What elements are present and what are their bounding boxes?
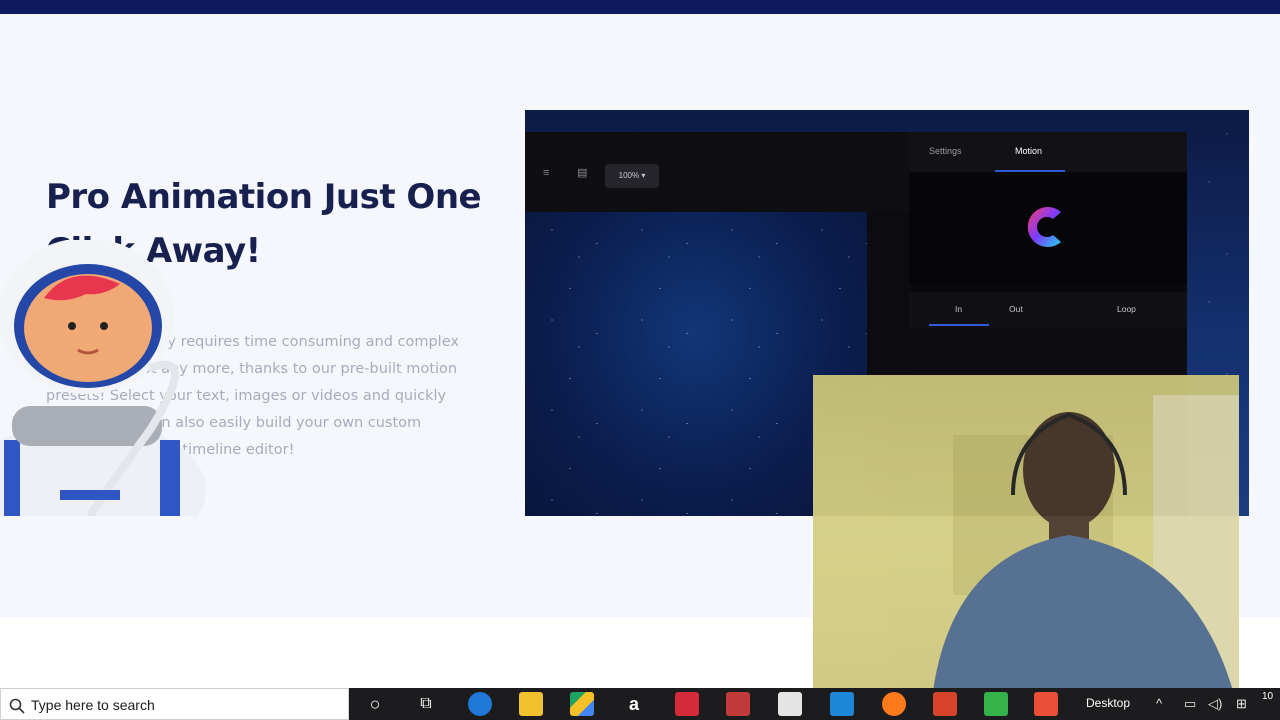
camtasia-icon[interactable]: [984, 692, 1008, 716]
tray-chevron-icon[interactable]: ^: [1156, 695, 1162, 713]
desktop-toolbar-label[interactable]: Desktop: [1086, 696, 1130, 710]
browser-top-bar: [0, 0, 1280, 14]
office-icon[interactable]: [933, 692, 957, 716]
amazon-icon[interactable]: a: [622, 692, 646, 716]
search-icon: [9, 698, 25, 714]
windows-taskbar: Type here to search ○ ⧉ a Desktop ^ ▭ ◁)…: [0, 688, 1280, 720]
subtab-out[interactable]: Out: [1009, 304, 1023, 314]
zoom-select[interactable]: 100% ▾: [605, 164, 659, 188]
tab-motion[interactable]: Motion: [1015, 146, 1042, 156]
subtab-loop[interactable]: Loop: [1117, 304, 1136, 314]
input-icon[interactable]: ⊞: [1236, 695, 1247, 713]
cortana-icon[interactable]: ○: [363, 692, 387, 716]
subtab-in[interactable]: In: [955, 304, 962, 314]
google-drive-icon[interactable]: [570, 692, 594, 716]
editor-toolbar: ≡ ▤ 100% ▾: [525, 132, 909, 212]
volume-icon[interactable]: ◁): [1208, 695, 1222, 713]
task-view-icon[interactable]: ⧉: [414, 692, 438, 716]
astronaut-illustration: [0, 240, 206, 516]
grid-icon[interactable]: ▤: [577, 168, 589, 179]
panel-tabs: Settings Motion: [909, 132, 1187, 172]
search-placeholder: Type here to search: [31, 697, 155, 713]
edge-icon[interactable]: [468, 692, 492, 716]
clock[interactable]: 10: [1262, 691, 1273, 702]
t-app-icon[interactable]: [726, 692, 750, 716]
presenter-silhouette: [933, 412, 1233, 691]
webcam-overlay: [813, 375, 1239, 691]
motion-subtabs: In Out Loop: [909, 292, 1187, 328]
store-icon[interactable]: [778, 692, 802, 716]
firefox-icon[interactable]: [882, 692, 906, 716]
video-app-icon[interactable]: [675, 692, 699, 716]
mail-icon[interactable]: [830, 692, 854, 716]
brand-logo-icon: [1027, 207, 1061, 247]
creator-app-icon[interactable]: [1034, 692, 1058, 716]
tab-settings[interactable]: Settings: [929, 146, 962, 156]
taskbar-search-input[interactable]: Type here to search: [0, 688, 349, 720]
subtab-active-indicator: [929, 324, 989, 326]
menu-icon[interactable]: ≡: [543, 168, 555, 179]
motion-preset-preview[interactable]: [909, 172, 1187, 284]
file-explorer-icon[interactable]: [519, 692, 543, 716]
network-icon[interactable]: ▭: [1184, 695, 1196, 713]
